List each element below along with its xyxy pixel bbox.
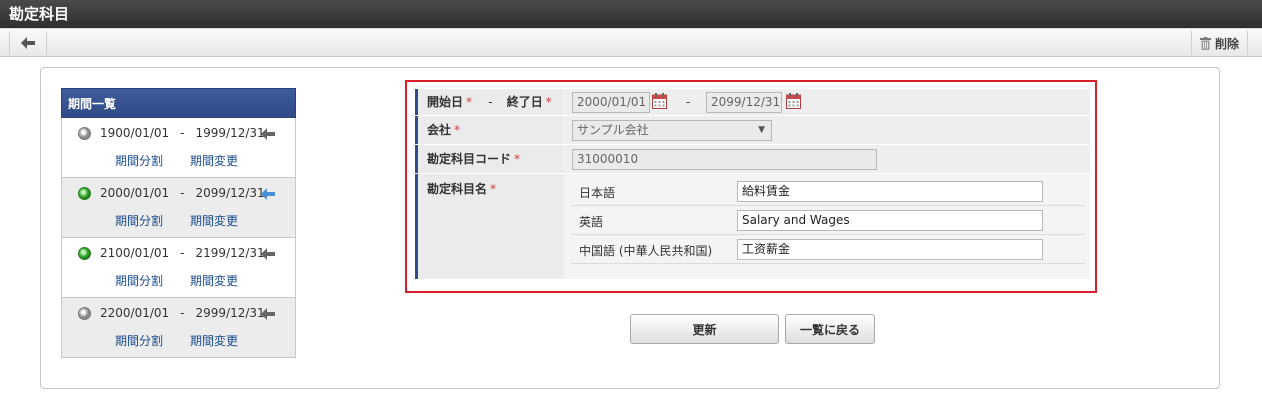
update-button[interactable]: 更新	[630, 314, 779, 344]
end-date-input[interactable]: 2099/12/31	[706, 92, 782, 113]
account-form: 開始日 * - 終了日 * 2000/01/01 - 2099/12/31 会社…	[415, 89, 1090, 280]
radio-off-icon[interactable]	[78, 306, 91, 320]
start-date-label: 開始日	[427, 95, 464, 109]
code-input[interactable]: 31000010	[572, 149, 877, 170]
required-mark: *	[454, 123, 461, 137]
arrow-left-icon[interactable]	[261, 188, 275, 200]
arrow-left-icon[interactable]	[261, 308, 275, 320]
company-select[interactable]: サンプル会社 ▼	[572, 120, 772, 141]
required-mark: *	[466, 95, 473, 109]
name-label: 勘定科目名	[427, 182, 488, 196]
period-split-link[interactable]: 期間分割	[115, 332, 163, 349]
label-dash: -	[488, 95, 493, 109]
period-item[interactable]: 2200/01/01 - 2999/12/31 期間分割 期間変更	[61, 298, 296, 358]
name-en-input[interactable]: Salary and Wages	[737, 210, 1043, 231]
period-dash: -	[180, 246, 185, 260]
delete-button[interactable]: 削除	[1190, 31, 1248, 55]
company-selected-value: サンプル会社	[577, 123, 649, 137]
date-range-dash: -	[686, 95, 691, 109]
end-date-label: 終了日	[506, 95, 543, 109]
period-end: 2199/12/31	[195, 246, 265, 260]
chevron-down-icon: ▼	[758, 125, 765, 135]
period-change-link[interactable]: 期間変更	[190, 152, 238, 169]
period-start: 2000/01/01	[100, 186, 170, 200]
period-change-link[interactable]: 期間変更	[190, 332, 238, 349]
delete-label: 削除	[1214, 36, 1239, 51]
required-mark: *	[514, 152, 521, 166]
date-range-row: 開始日 * - 終了日 * 2000/01/01 - 2099/12/31	[415, 89, 1090, 116]
period-end: 1999/12/31	[195, 126, 265, 140]
arrow-left-icon	[20, 37, 35, 49]
name-translations: 日本語 給料賃金 英語 Salary and Wages 中国語 (中華人民共和…	[571, 177, 1085, 264]
lang-label: 中国語 (中華人民共和国)	[579, 244, 713, 258]
period-list-header: 期間一覧	[61, 88, 296, 118]
radio-on-icon[interactable]	[78, 186, 91, 200]
period-split-link[interactable]: 期間分割	[115, 212, 163, 229]
trash-icon	[1199, 36, 1211, 50]
period-item[interactable]: 2100/01/01 - 2199/12/31 期間分割 期間変更	[61, 238, 296, 298]
period-end: 2999/12/31	[195, 306, 265, 320]
period-dash: -	[180, 186, 185, 200]
back-to-list-button[interactable]: 一覧に戻る	[785, 314, 875, 344]
period-split-link[interactable]: 期間分割	[115, 272, 163, 289]
code-label: 勘定科目コード	[427, 152, 512, 166]
period-split-link[interactable]: 期間分割	[115, 152, 163, 169]
page-title: 勘定科目	[0, 0, 1262, 28]
period-item[interactable]: 2000/01/01 - 2099/12/31 期間分割 期間変更	[61, 178, 296, 238]
code-row: 勘定科目コード * 31000010	[415, 145, 1090, 174]
period-dash: -	[180, 126, 185, 140]
period-end: 2099/12/31	[195, 186, 265, 200]
name-translation-row: 中国語 (中華人民共和国) 工资薪金	[571, 235, 1085, 264]
toolbar: 削除	[0, 28, 1262, 57]
period-dash: -	[180, 306, 185, 320]
company-row: 会社 * サンプル会社 ▼	[415, 116, 1090, 145]
start-date-input[interactable]: 2000/01/01	[572, 92, 650, 113]
period-change-link[interactable]: 期間変更	[190, 272, 238, 289]
name-ja-input[interactable]: 給料賃金	[737, 181, 1043, 202]
back-button[interactable]	[9, 31, 47, 55]
lang-label: 日本語	[579, 186, 616, 200]
period-start: 2100/01/01	[100, 246, 170, 260]
arrow-left-icon[interactable]	[261, 248, 275, 260]
name-translation-row: 英語 Salary and Wages	[571, 206, 1085, 235]
name-row: 勘定科目名 * 日本語 給料賃金 英語 Salary and Wages 中国語 …	[415, 174, 1090, 280]
period-list: 期間一覧 1900/01/01 - 1999/12/31 期間分割 期間変更 2…	[61, 88, 296, 358]
company-label: 会社	[427, 123, 452, 137]
calendar-icon[interactable]	[652, 93, 667, 109]
lang-label: 英語	[579, 215, 604, 229]
period-start: 1900/01/01	[100, 126, 170, 140]
period-item[interactable]: 1900/01/01 - 1999/12/31 期間分割 期間変更	[61, 118, 296, 178]
required-mark: *	[490, 182, 497, 196]
radio-off-icon[interactable]	[78, 126, 91, 140]
period-start: 2200/01/01	[100, 306, 170, 320]
period-change-link[interactable]: 期間変更	[190, 212, 238, 229]
required-mark: *	[545, 95, 552, 109]
radio-on-icon[interactable]	[78, 246, 91, 260]
arrow-left-icon[interactable]	[261, 128, 275, 140]
date-range-label: 開始日 * - 終了日 *	[415, 89, 563, 115]
calendar-icon[interactable]	[786, 93, 801, 109]
name-translation-row: 日本語 給料賃金	[571, 177, 1085, 206]
name-zh-input[interactable]: 工资薪金	[737, 239, 1043, 260]
